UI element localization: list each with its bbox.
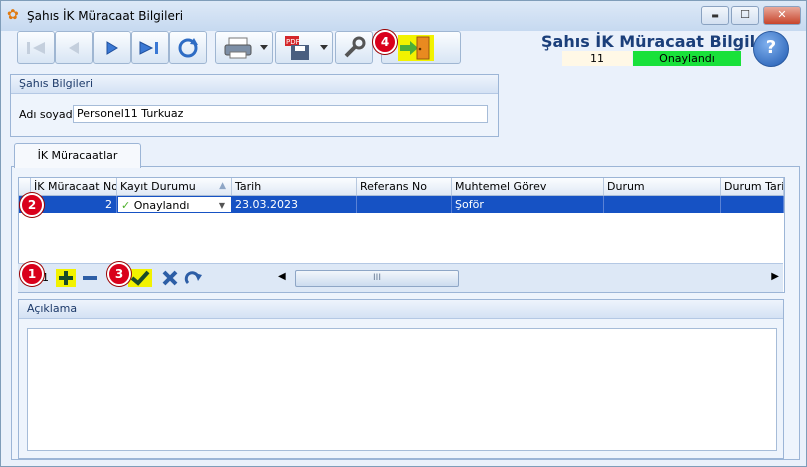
app-window: ✿ Şahıs İK Müracaat Bilgileri ▬ ☐ ✕ PDF …: [0, 0, 807, 467]
refresh-icon: [178, 37, 198, 57]
printer-icon: [224, 37, 252, 58]
plus-icon: [59, 271, 73, 285]
column-header-date[interactable]: Tarih: [232, 178, 357, 195]
name-label: Adı soyadı: [19, 108, 76, 121]
cell-role[interactable]: Şoför: [452, 196, 604, 213]
grid-navigator: 1 ◀ III ▶: [18, 263, 783, 292]
title-bar: ✿ Şahıs İK Müracaat Bilgileri ▬ ☐ ✕: [1, 1, 806, 31]
person-info-group-title: Şahıs Bilgileri: [11, 75, 498, 94]
tab-ik-muracaatlar[interactable]: İK Müracaatlar: [14, 143, 141, 168]
first-record-button[interactable]: [17, 31, 55, 64]
previous-record-icon: [69, 41, 79, 54]
close-icon: ✕: [777, 8, 787, 21]
previous-record-button[interactable]: [55, 31, 93, 64]
scroll-right-icon[interactable]: ▶: [771, 271, 779, 282]
help-icon: ?: [765, 37, 777, 58]
annotation-badge-3: 3: [107, 262, 131, 286]
annotation-badge-2: 2: [20, 193, 44, 217]
column-header-record-status-label: Kayıt Durumu: [120, 180, 196, 193]
record-status-badge: Onaylandı: [633, 51, 741, 66]
approved-check-icon: ✓: [121, 199, 131, 212]
scroll-thumb[interactable]: III: [295, 270, 459, 287]
column-header-reference[interactable]: Referans No: [357, 178, 452, 195]
cancel-row-button[interactable]: [160, 269, 180, 287]
column-header-state[interactable]: Durum: [604, 178, 721, 195]
maximize-icon: ☐: [740, 8, 750, 21]
scroll-left-icon[interactable]: ◀: [278, 271, 286, 282]
record-number: 11: [562, 51, 632, 66]
chevron-down-icon: [320, 45, 328, 50]
print-button[interactable]: [215, 31, 273, 64]
chevron-down-icon[interactable]: ▼: [219, 197, 225, 212]
delete-row-button[interactable]: [80, 269, 100, 287]
column-header-state-date[interactable]: Durum Tarihi: [721, 178, 784, 195]
description-field[interactable]: [27, 328, 777, 451]
cross-icon: [162, 270, 178, 286]
wrench-icon: [344, 36, 366, 57]
next-record-button[interactable]: [93, 31, 131, 64]
exit-door-icon: [399, 36, 430, 59]
cell-record-status[interactable]: ✓ Onaylandı ▼: [117, 196, 232, 213]
last-record-icon: [139, 40, 158, 55]
redo-icon: [184, 271, 202, 285]
close-button[interactable]: ✕: [763, 6, 801, 25]
pdf-save-icon: PDF: [285, 35, 310, 60]
annotation-badge-1: 1: [20, 262, 44, 286]
svg-text:PDF: PDF: [286, 38, 300, 46]
maximize-button[interactable]: ☐: [731, 6, 759, 25]
add-row-button[interactable]: [56, 269, 76, 287]
check-icon: [130, 270, 150, 286]
table-row[interactable]: 2 ✓ Onaylandı ▼ 23.03.2023 Şoför: [19, 196, 784, 213]
form-title: Şahıs İK Müracaat Bilgileri: [541, 32, 780, 51]
window-title: Şahıs İK Müracaat Bilgileri: [27, 9, 184, 23]
save-row-button[interactable]: [128, 269, 152, 287]
name-field[interactable]: Personel11 Turkuaz: [73, 105, 488, 123]
chevron-down-icon: [260, 45, 268, 50]
export-pdf-button[interactable]: PDF: [275, 31, 333, 64]
horizontal-scrollbar[interactable]: ◀ III ▶: [278, 270, 783, 287]
tools-button[interactable]: [335, 31, 373, 64]
last-record-button[interactable]: [131, 31, 169, 64]
cell-date[interactable]: 23.03.2023: [232, 196, 357, 213]
cell-state[interactable]: [604, 196, 721, 213]
column-header-no[interactable]: İK Müracaat No: [31, 178, 117, 195]
next-record-icon: [106, 40, 118, 55]
refresh-button[interactable]: [169, 31, 207, 64]
description-group-title: Açıklama: [19, 300, 783, 319]
column-header-role[interactable]: Muhtemel Görev: [452, 178, 604, 195]
butterfly-app-icon: ✿: [7, 7, 19, 23]
refresh-row-button[interactable]: [184, 269, 204, 287]
sort-ascending-icon: ▲: [219, 181, 226, 191]
first-record-icon: [27, 41, 45, 54]
column-header-record-status[interactable]: Kayıt Durumu ▲: [117, 178, 232, 195]
help-button[interactable]: ?: [753, 31, 789, 67]
minus-icon: [83, 276, 97, 280]
grid-header: İK Müracaat No Kayıt Durumu ▲ Tarih Refe…: [19, 178, 784, 196]
minimize-button[interactable]: ▬: [701, 6, 729, 25]
cell-record-status-value: Onaylandı: [133, 199, 190, 212]
minimize-icon: ▬: [711, 11, 719, 20]
cell-reference[interactable]: [357, 196, 452, 213]
annotation-badge-4: 4: [373, 30, 397, 54]
cell-state-date[interactable]: [721, 196, 784, 213]
